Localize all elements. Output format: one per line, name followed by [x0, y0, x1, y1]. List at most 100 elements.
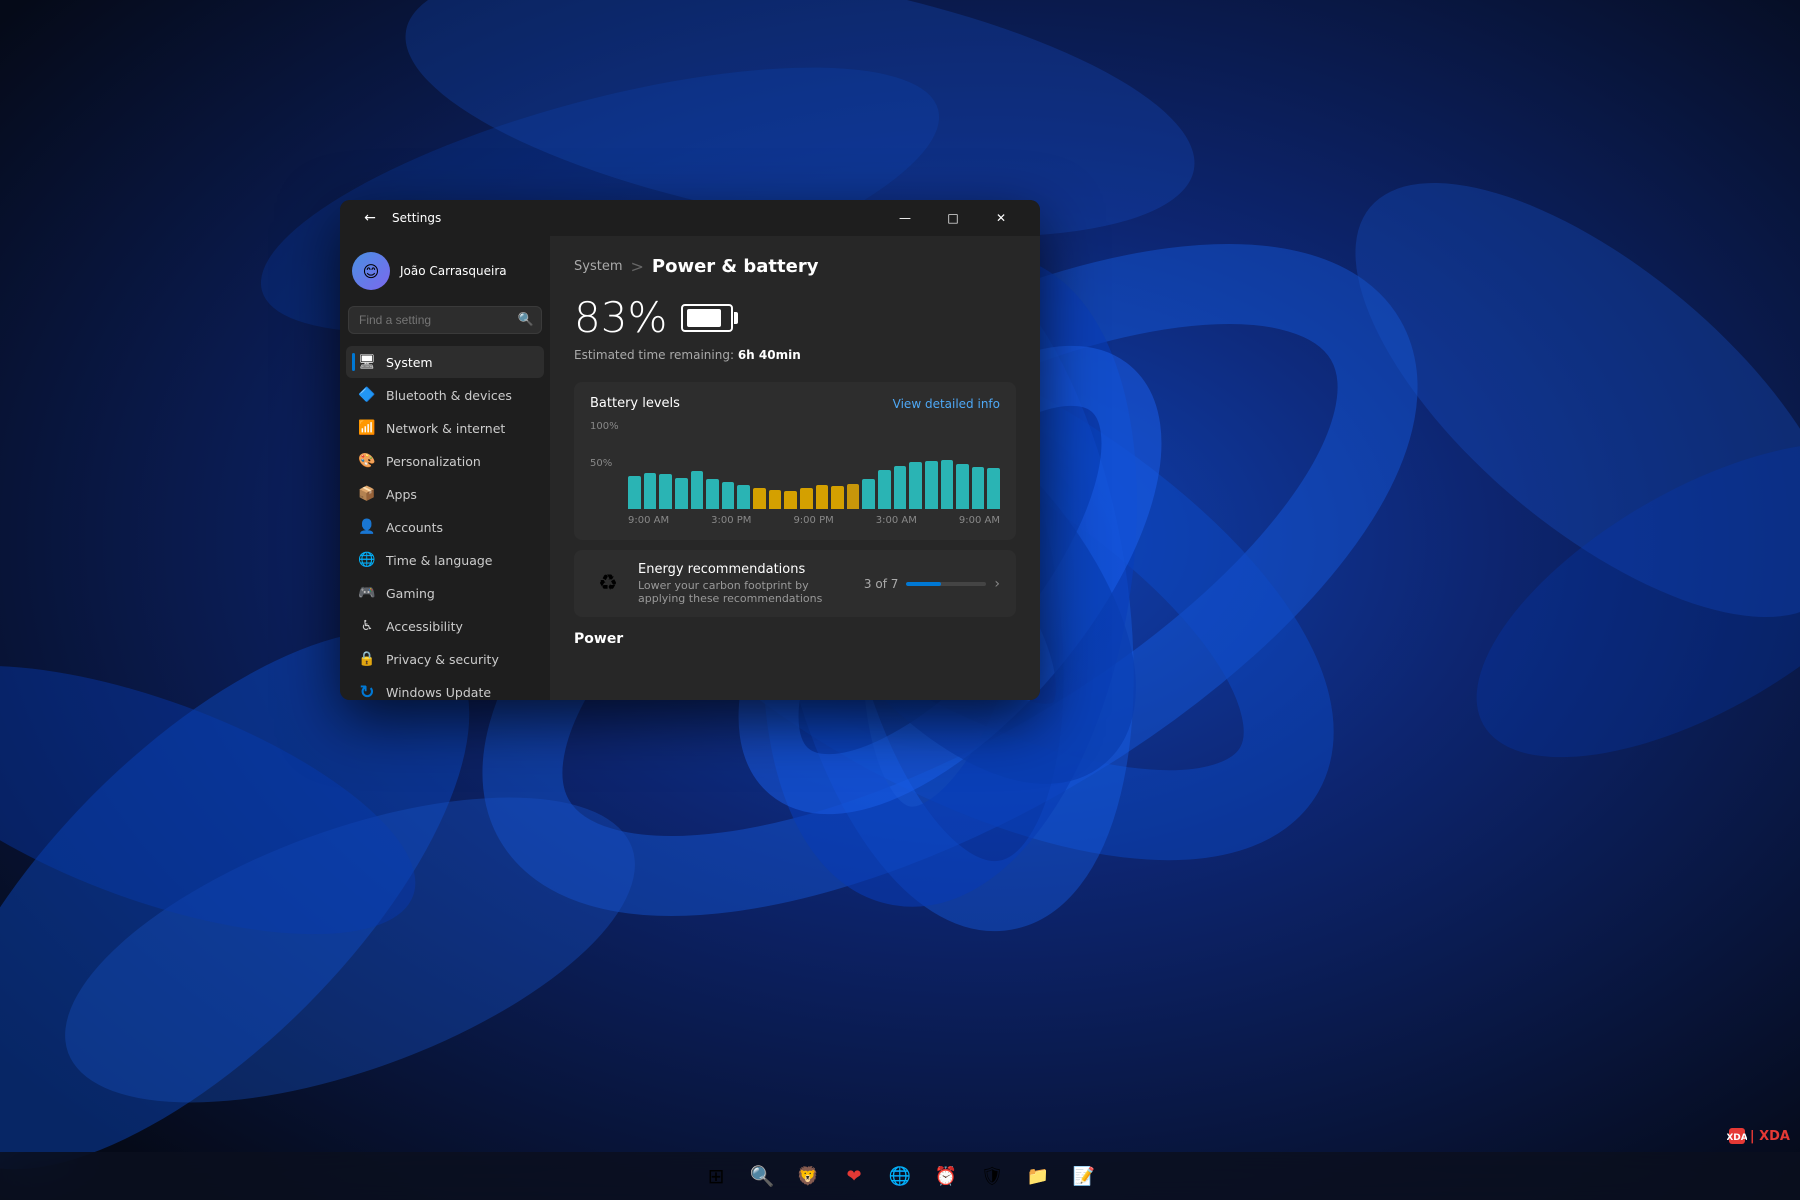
taskbar-files[interactable]: 📁	[1018, 1156, 1058, 1196]
battery-chart-section: Battery levels View detailed info 100% 5…	[574, 382, 1016, 540]
sidebar-item-network[interactable]: 📶 Network & internet	[346, 412, 544, 444]
estimated-time-value: 6h 40min	[738, 348, 801, 362]
chart-bar-12	[816, 485, 829, 509]
taskbar-globe[interactable]: 🌐	[880, 1156, 920, 1196]
chart-bar-4	[691, 471, 704, 509]
sidebar-item-windows-update[interactable]: ↻ Windows Update	[346, 676, 544, 700]
taskbar-shield[interactable]: 🛡	[972, 1156, 1012, 1196]
sidebar-item-label: Network & internet	[386, 421, 505, 436]
sidebar-item-accessibility[interactable]: ♿ Accessibility	[346, 610, 544, 642]
apps-icon: 📦	[358, 485, 376, 503]
back-icon: ←	[364, 210, 376, 226]
files-icon: 📁	[1027, 1166, 1049, 1187]
taskbar-start[interactable]: ⊞	[696, 1156, 736, 1196]
energy-progress-fill	[906, 582, 940, 586]
maximize-button[interactable]: □	[930, 202, 976, 234]
start-icon: ⊞	[708, 1164, 725, 1188]
taskbar-vivaldi[interactable]: ❤	[834, 1156, 874, 1196]
user-name: João Carrasqueira	[400, 264, 507, 278]
chart-y-labels: 100% 50%	[590, 421, 625, 491]
chart-header: Battery levels View detailed info	[590, 396, 1000, 411]
accessibility-icon: ♿	[358, 617, 376, 635]
minimize-button[interactable]: —	[882, 202, 928, 234]
minimize-icon: —	[899, 211, 911, 225]
taskbar-notes[interactable]: 📝	[1064, 1156, 1104, 1196]
personalization-icon: 🎨	[358, 452, 376, 470]
energy-right: 3 of 7 ›	[864, 576, 1000, 592]
close-icon: ✕	[996, 211, 1006, 225]
battery-percentage-value: 83%	[574, 293, 667, 342]
sidebar-item-bluetooth[interactable]: 🔷 Bluetooth & devices	[346, 379, 544, 411]
taskbar-brave[interactable]: 🦁	[788, 1156, 828, 1196]
chart-bar-5	[706, 479, 719, 509]
sidebar-item-label: Windows Update	[386, 685, 491, 700]
bars-container	[628, 421, 1000, 511]
energy-count: 3 of 7	[864, 577, 898, 591]
avatar-image: 😊	[363, 262, 380, 281]
sidebar-item-label: Gaming	[386, 586, 435, 601]
chart-bar-20	[941, 460, 954, 509]
system-icon: 🖥	[358, 353, 376, 371]
back-button[interactable]: ←	[356, 204, 384, 232]
estimated-time: Estimated time remaining: 6h 40min	[574, 348, 1016, 362]
chart-bar-7	[737, 485, 750, 509]
chart-x-labels: 9:00 AM 3:00 PM 9:00 PM 3:00 AM 9:00 AM	[628, 515, 1000, 526]
y-label-100: 100%	[590, 421, 625, 432]
avatar: 😊	[352, 252, 390, 290]
chart-bar-22	[972, 467, 985, 509]
energy-recommendations[interactable]: ♻ Energy recommendations Lower your carb…	[574, 550, 1016, 617]
network-icon: 📶	[358, 419, 376, 437]
clock-icon: ⏰	[935, 1166, 957, 1187]
chart-bar-18	[909, 462, 922, 509]
breadcrumb-current: Power & battery	[652, 256, 819, 277]
xda-watermark: XDA | XDA	[1727, 1126, 1790, 1146]
taskbar-clock[interactable]: ⏰	[926, 1156, 966, 1196]
search-input[interactable]	[348, 306, 542, 334]
sidebar-item-label: Personalization	[386, 454, 481, 469]
sidebar-item-time-language[interactable]: 🌐 Time & language	[346, 544, 544, 576]
chart-bar-23	[987, 468, 1000, 509]
x-label-3am: 3:00 AM	[876, 515, 917, 526]
chart-bar-14	[847, 484, 860, 509]
sidebar-item-label: Accessibility	[386, 619, 463, 634]
globe-icon: 🌐	[889, 1166, 911, 1187]
taskbar-search-icon: 🔍	[750, 1164, 775, 1188]
sidebar-item-apps[interactable]: 📦 Apps	[346, 478, 544, 510]
sidebar-nav: 🖥 System 🔷 Bluetooth & devices 📶 Network…	[340, 346, 550, 700]
chart-bar-13	[831, 486, 844, 509]
chart-area: 100% 50%	[590, 421, 1000, 511]
chevron-right-icon: ›	[994, 576, 1000, 592]
energy-recommendations-title: Energy recommendations	[638, 562, 852, 577]
sidebar-item-label: Privacy & security	[386, 652, 499, 667]
chart-bar-17	[894, 466, 907, 509]
sidebar-item-personalization[interactable]: 🎨 Personalization	[346, 445, 544, 477]
vivaldi-icon: ❤	[846, 1166, 861, 1187]
taskbar-search[interactable]: 🔍	[742, 1156, 782, 1196]
window-title: Settings	[392, 211, 882, 225]
close-button[interactable]: ✕	[978, 202, 1024, 234]
breadcrumb-parent[interactable]: System	[574, 259, 622, 274]
battery-icon-large	[681, 304, 733, 332]
view-detailed-info-link[interactable]: View detailed info	[893, 397, 1000, 411]
sidebar-item-gaming[interactable]: 🎮 Gaming	[346, 577, 544, 609]
chart-bar-1	[644, 473, 657, 509]
chart-bar-15	[862, 479, 875, 509]
chart-bar-9	[769, 490, 782, 509]
sidebar-item-privacy[interactable]: 🔒 Privacy & security	[346, 643, 544, 675]
energy-progress-bar	[906, 582, 986, 586]
xda-logo-icon: XDA	[1727, 1126, 1747, 1146]
chart-bar-16	[878, 470, 891, 509]
battery-percentage-row: 83%	[574, 293, 1016, 342]
power-section-label: Power	[574, 627, 1016, 647]
sidebar-item-system[interactable]: 🖥 System	[346, 346, 544, 378]
chart-bar-8	[753, 488, 766, 509]
x-label-9am-end: 9:00 AM	[959, 515, 1000, 526]
xda-label: | XDA	[1750, 1129, 1790, 1144]
title-bar-controls: — □ ✕	[882, 202, 1024, 234]
window-body: 😊 João Carrasqueira 🔍 🖥 System 🔷 Bluetoo…	[340, 236, 1040, 700]
user-profile[interactable]: 😊 João Carrasqueira	[340, 244, 550, 306]
sidebar-item-label: Accounts	[386, 520, 443, 535]
settings-window: ← Settings — □ ✕ 😊 João Carrasqu	[340, 200, 1040, 700]
sidebar-item-accounts[interactable]: 👤 Accounts	[346, 511, 544, 543]
bluetooth-icon: 🔷	[358, 386, 376, 404]
